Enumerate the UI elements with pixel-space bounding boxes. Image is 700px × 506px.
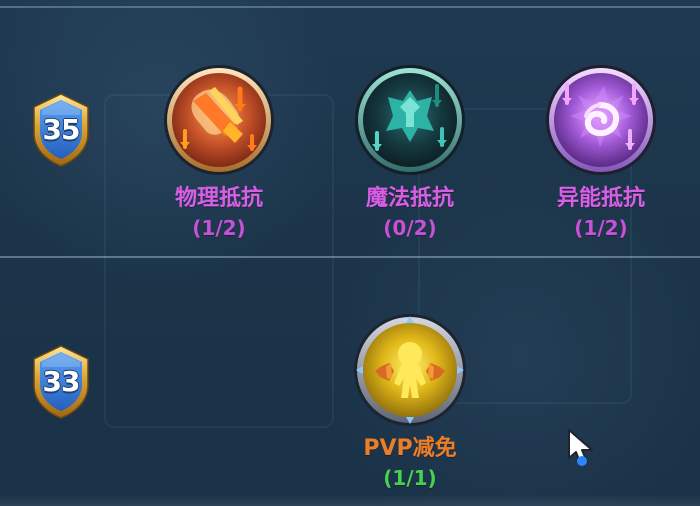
skill-magic-resistance[interactable]: 魔法抵抗 (0/2)	[340, 61, 480, 239]
skill-physical-resistance[interactable]: 物理抵抗 (1/2)	[149, 61, 289, 239]
skill-progress: (1/1)	[383, 466, 437, 490]
skill-progress: (0/2)	[383, 216, 437, 240]
skill-name: PVP减免	[363, 436, 457, 461]
mouse-pointer-icon	[566, 428, 596, 470]
bottom-edge	[0, 496, 700, 506]
magic-resistance-icon[interactable]	[351, 61, 469, 179]
physical-resistance-icon[interactable]	[160, 61, 278, 179]
skill-progress: (1/2)	[574, 216, 628, 240]
level-badge-33: 33	[27, 343, 95, 421]
skill-name: 魔法抵抗	[365, 186, 454, 211]
skill-psionic-resistance[interactable]: 异能抵抗 (1/2)	[531, 61, 671, 239]
skill-progress: (1/2)	[192, 216, 246, 240]
row-divider	[0, 256, 700, 258]
skill-name: 物理抵抗	[174, 186, 263, 211]
level-value: 33	[42, 365, 81, 398]
pvp-reduction-icon[interactable]	[351, 311, 469, 429]
psionic-resistance-icon[interactable]	[542, 61, 660, 179]
level-value: 35	[42, 113, 81, 146]
skill-pvp-reduction[interactable]: PVP减免 (1/1)	[340, 311, 480, 489]
top-divider	[0, 6, 700, 8]
level-badge-35: 35	[27, 91, 95, 169]
skill-name: 异能抵抗	[556, 186, 645, 211]
skill-panel: 35 33 物理抵抗 (1/2) 魔法抵抗 (0/2) 异能抵抗 (1/2) P…	[0, 0, 700, 506]
